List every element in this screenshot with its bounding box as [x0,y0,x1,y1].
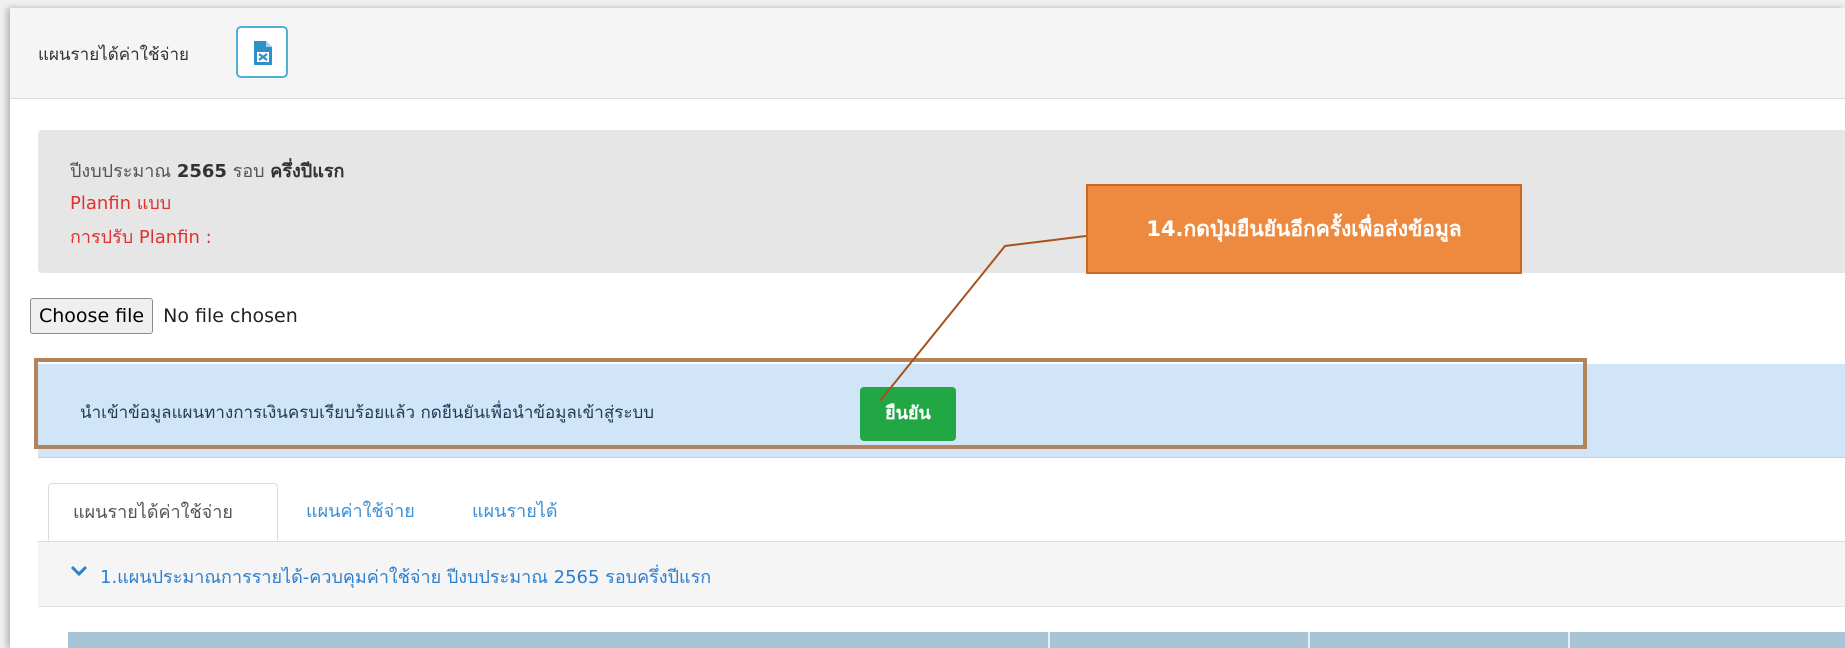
planfin-adjust: การปรับ Planfin : [70,227,212,248]
budget-year-line: ปีงบประมาณ 2565 รอบ ครึ่งปีแรก [70,156,344,185]
import-success-alert: นำเข้าข้อมูลแผนทางการเงินครบเรียบร้อยแล้… [38,364,1845,458]
tab-revenue-expense-plan[interactable]: แผนรายได้ค่าใช้จ่าย [48,483,278,541]
panel-heading: แผนรายได้ค่าใช้จ่าย [10,8,1845,99]
budget-info-box: ปีงบประมาณ 2565 รอบ ครึ่งปีแรก Planfin แ… [38,130,1845,273]
round-value: ครึ่งปีแรก [270,161,345,182]
section-title[interactable]: 1.แผนประมาณการรายได้-ควบคุมค่าใช้จ่าย ปี… [100,562,711,591]
alert-message: นำเข้าข้อมูลแผนทางการเงินครบเรียบร้อยแล้… [80,403,655,423]
confirm-button[interactable]: ยืนยัน [860,387,956,441]
file-status: No file chosen [163,305,298,327]
section-header[interactable]: 1.แผนประมาณการรายได้-ควบคุมค่าใช้จ่าย ปี… [38,542,1845,607]
app-window: แผนรายได้ค่าใช้จ่าย ปีงบประมาณ 2565 รอบ … [10,8,1845,648]
excel-export-button[interactable] [236,26,288,78]
excel-export-icon [254,41,272,65]
column-divider [1308,632,1310,648]
page-title: แผนรายได้ค่าใช้จ่าย [38,45,189,65]
year-value: 2565 [176,161,227,182]
table-header [68,632,1845,648]
tab-expense-plan[interactable]: แผนค่าใช้จ่าย [306,483,415,541]
planfin-type: Planfin แบบ [70,193,172,214]
round-label: รอบ [232,161,265,182]
column-divider [1048,632,1050,648]
year-label: ปีงบประมาณ [70,161,172,182]
tab-bar: แผนรายได้ค่าใช้จ่าย แผนค่าใช้จ่าย แผนราย… [38,483,1845,542]
tab-revenue-plan[interactable]: แผนรายได้ [472,483,558,541]
file-input: Choose file No file chosen [30,298,298,334]
choose-file-button[interactable]: Choose file [30,298,154,334]
chevron-down-icon [70,565,88,577]
instruction-callout: 14.กดปุ่มยืนยันอีกครั้งเพื่อส่งข้อมูล [1086,184,1522,274]
column-divider [1568,632,1570,648]
